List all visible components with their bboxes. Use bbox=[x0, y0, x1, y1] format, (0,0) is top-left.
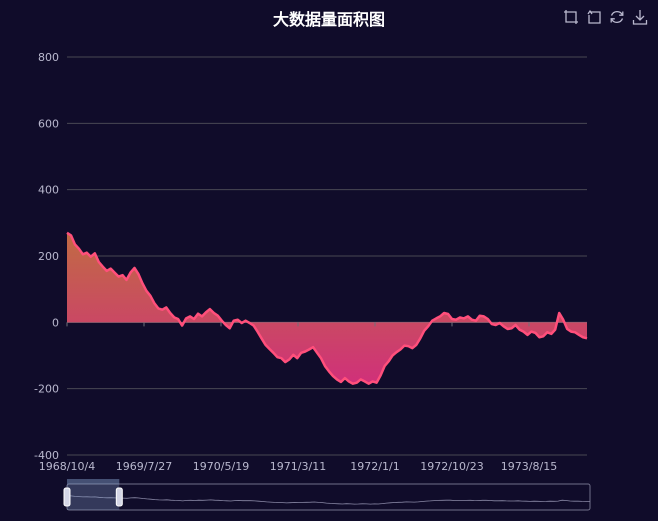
zoom-reset-icon[interactable] bbox=[586, 9, 602, 25]
series-area bbox=[67, 232, 587, 384]
x-tick-label: 1971/3/11 bbox=[270, 460, 326, 473]
x-tick-label: 1969/7/27 bbox=[116, 460, 172, 473]
zoom-move-handle[interactable] bbox=[67, 479, 120, 484]
x-tick-label: 1972/10/23 bbox=[420, 460, 483, 473]
zoom-handle[interactable] bbox=[115, 487, 123, 507]
y-tick-label: 200 bbox=[38, 250, 59, 263]
data-zoom-slider[interactable] bbox=[63, 479, 591, 511]
zoom-selected-range[interactable] bbox=[67, 484, 120, 510]
area-chart[interactable]: -400-2000200400600800 1968/10/4 1969/7/27… bbox=[0, 0, 658, 521]
y-tick-label: 400 bbox=[38, 184, 59, 197]
y-axis-labels: -400-2000200400600800 bbox=[34, 51, 59, 462]
zoom-handle[interactable] bbox=[63, 487, 71, 507]
zoom-icon[interactable] bbox=[563, 9, 579, 25]
y-tick-label: 600 bbox=[38, 117, 59, 130]
save-image-icon[interactable] bbox=[632, 9, 648, 25]
zoom-preview-line bbox=[66, 495, 590, 505]
x-tick-label: 1968/10/4 bbox=[39, 460, 95, 473]
grid-lines bbox=[67, 56, 587, 456]
y-tick-label: 800 bbox=[38, 51, 59, 64]
area-series bbox=[66, 231, 588, 385]
zoom-frame bbox=[66, 483, 591, 511]
chart-title: 大数据量面积图 bbox=[272, 10, 385, 29]
y-tick-label: 0 bbox=[52, 316, 59, 329]
restore-icon[interactable] bbox=[609, 9, 625, 25]
x-tick-label: 1970/5/19 bbox=[193, 460, 249, 473]
x-tick-label: 1973/8/15 bbox=[501, 460, 557, 473]
x-tick-label: 1972/1/1 bbox=[350, 460, 399, 473]
toolbox bbox=[563, 9, 648, 25]
y-tick-label: -200 bbox=[34, 383, 59, 396]
